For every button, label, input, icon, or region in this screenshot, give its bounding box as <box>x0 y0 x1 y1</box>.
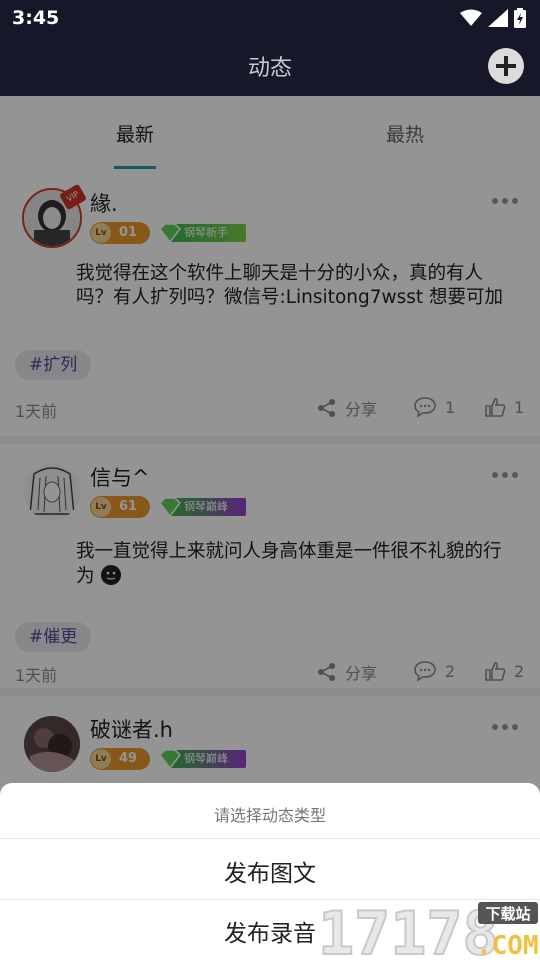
status-icons <box>460 6 526 30</box>
divider <box>0 838 540 839</box>
plus-circle-icon <box>496 56 516 76</box>
watermark-suffix: .COM <box>476 931 539 960</box>
wifi-icon <box>460 9 482 26</box>
sheet-title: 请选择动态类型 <box>213 806 326 825</box>
status-bar: 3:45 <box>0 0 540 36</box>
app-header: 动态 <box>0 36 540 96</box>
battery-icon <box>514 8 526 28</box>
page-title: 动态 <box>247 56 292 81</box>
add-post-button[interactable] <box>488 48 524 84</box>
watermark-text: 17178 <box>318 899 499 960</box>
watermark-logo: 17178 下载站 .COM <box>317 898 540 964</box>
signal-icon <box>488 9 508 27</box>
status-time: 3:45 <box>12 7 60 29</box>
publish-image-text-option[interactable]: 发布图文 <box>0 854 540 888</box>
watermark-badge: 下载站 <box>485 905 530 923</box>
